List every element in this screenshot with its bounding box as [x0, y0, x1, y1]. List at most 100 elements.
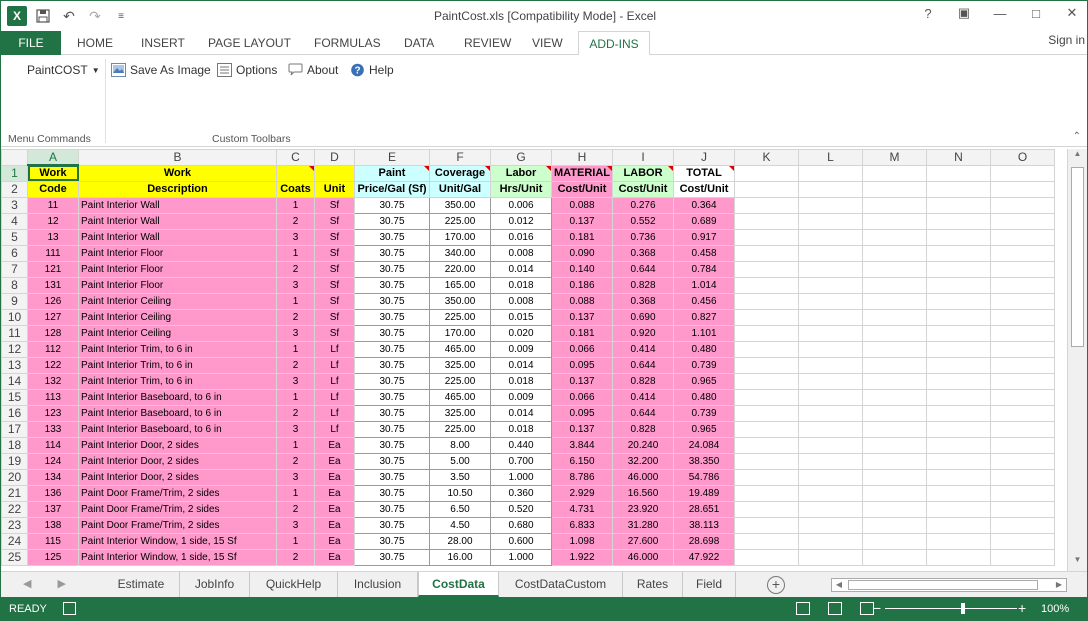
- cell-description[interactable]: Paint Interior Ceiling: [78, 308, 277, 326]
- cell-empty[interactable]: [862, 532, 928, 550]
- cell-empty[interactable]: [926, 516, 992, 534]
- cell-work-code[interactable]: 115: [27, 532, 79, 550]
- cell-empty[interactable]: [990, 212, 1056, 230]
- cell-empty[interactable]: [926, 468, 992, 486]
- cell-coverage[interactable]: 225.00: [429, 372, 491, 390]
- cell-g1-labor[interactable]: Labor: [490, 164, 552, 182]
- cell-empty[interactable]: [734, 436, 800, 454]
- cell-labor-hrs[interactable]: 0.014: [490, 356, 552, 374]
- cell-material-cost[interactable]: 0.140: [550, 260, 614, 278]
- cell-coats[interactable]: 2: [276, 404, 315, 422]
- row-header[interactable]: 7: [1, 260, 28, 278]
- cell-empty[interactable]: [926, 308, 992, 326]
- cell-work-code[interactable]: 133: [27, 420, 79, 438]
- cell-labor-cost[interactable]: 0.368: [612, 292, 675, 310]
- cell-labor-cost[interactable]: 0.736: [612, 228, 675, 246]
- cell-empty[interactable]: [926, 356, 992, 374]
- cell-unit[interactable]: Sf: [314, 212, 355, 230]
- cell-empty[interactable]: [926, 548, 992, 566]
- cell-empty[interactable]: [734, 340, 800, 358]
- cell-paint-price[interactable]: 30.75: [354, 356, 430, 374]
- cell-empty[interactable]: [862, 404, 928, 422]
- cell-e2-price[interactable]: Price/Gal (Sf): [354, 180, 430, 198]
- row-header[interactable]: 5: [1, 228, 28, 246]
- cell-work-code[interactable]: 114: [27, 436, 79, 454]
- cell-empty[interactable]: [990, 276, 1056, 294]
- row-header[interactable]: 13: [1, 356, 28, 374]
- cell-i1-labor[interactable]: LABOR: [612, 164, 675, 182]
- cell-material-cost[interactable]: 0.088: [550, 292, 614, 310]
- cell-unit[interactable]: Ea: [314, 484, 355, 502]
- cell-empty[interactable]: [926, 228, 992, 246]
- cell-coats[interactable]: 3: [276, 324, 315, 342]
- cell-empty[interactable]: [734, 260, 800, 278]
- row-header[interactable]: 9: [1, 292, 28, 310]
- cell-labor-cost[interactable]: 0.920: [612, 324, 675, 342]
- row-header[interactable]: 14: [1, 372, 28, 390]
- cell-d2-unit[interactable]: Unit: [314, 180, 355, 198]
- macro-recording-icon[interactable]: [63, 602, 76, 615]
- cell-coverage[interactable]: 5.00: [429, 452, 491, 470]
- cell-unit[interactable]: Sf: [314, 244, 355, 262]
- collapse-ribbon-icon[interactable]: ⌃: [1073, 131, 1081, 142]
- cell-a2-code[interactable]: Code: [27, 180, 79, 198]
- cell-labor-hrs[interactable]: 0.008: [490, 244, 552, 262]
- cell-labor-hrs[interactable]: 0.006: [490, 196, 552, 214]
- cell-coats[interactable]: 1: [276, 484, 315, 502]
- cell-labor-cost[interactable]: 27.600: [612, 532, 675, 550]
- cell-coats[interactable]: 2: [276, 500, 315, 518]
- cell-empty[interactable]: [926, 180, 992, 198]
- cell-empty[interactable]: [926, 404, 992, 422]
- cell-coats[interactable]: 1: [276, 340, 315, 358]
- cell-total-cost[interactable]: 0.917: [673, 228, 736, 246]
- zoom-slider-knob[interactable]: [961, 603, 965, 614]
- cell-coverage[interactable]: 465.00: [429, 340, 491, 358]
- sheet-tab-estimate[interactable]: Estimate: [103, 572, 180, 597]
- cell-work-code[interactable]: 121: [27, 260, 79, 278]
- cell-coats[interactable]: 3: [276, 228, 315, 246]
- cell-empty[interactable]: [798, 452, 864, 470]
- cell-h1-material[interactable]: MATERIAL: [550, 164, 614, 182]
- row-header[interactable]: 20: [1, 468, 28, 486]
- cell-unit[interactable]: Sf: [314, 308, 355, 326]
- cell-empty[interactable]: [862, 260, 928, 278]
- cell-labor-cost[interactable]: 0.414: [612, 340, 675, 358]
- scroll-down-icon[interactable]: ▼: [1068, 555, 1087, 571]
- cell-empty[interactable]: [734, 276, 800, 294]
- cell-coverage[interactable]: 170.00: [429, 228, 491, 246]
- prev-sheet-icon[interactable]: ◀: [23, 577, 31, 590]
- cell-empty[interactable]: [862, 196, 928, 214]
- cell-empty[interactable]: [798, 548, 864, 566]
- row-header[interactable]: 15: [1, 388, 28, 406]
- cell-empty[interactable]: [862, 500, 928, 518]
- cell-total-cost[interactable]: 24.084: [673, 436, 736, 454]
- cell-total-cost[interactable]: 0.480: [673, 388, 736, 406]
- cell-empty[interactable]: [798, 260, 864, 278]
- cell-description[interactable]: Paint Interior Ceiling: [78, 324, 277, 342]
- cell-material-cost[interactable]: 0.090: [550, 244, 614, 262]
- hscroll-thumb[interactable]: [848, 580, 1038, 590]
- tab-home[interactable]: HOME: [67, 31, 123, 55]
- cell-labor-cost[interactable]: 0.644: [612, 404, 675, 422]
- cell-description[interactable]: Paint Interior Door, 2 sides: [78, 452, 277, 470]
- cell-empty[interactable]: [990, 548, 1056, 566]
- cell-labor-hrs[interactable]: 0.020: [490, 324, 552, 342]
- cell-labor-cost[interactable]: 20.240: [612, 436, 675, 454]
- cell-unit[interactable]: Lf: [314, 404, 355, 422]
- cell-empty[interactable]: [926, 292, 992, 310]
- cell-labor-hrs[interactable]: 0.440: [490, 436, 552, 454]
- cell-coverage[interactable]: 465.00: [429, 388, 491, 406]
- cell-unit[interactable]: Sf: [314, 276, 355, 294]
- cell-paint-price[interactable]: 30.75: [354, 212, 430, 230]
- cell-empty[interactable]: [798, 276, 864, 294]
- cell-total-cost[interactable]: 0.965: [673, 420, 736, 438]
- cell-labor-hrs[interactable]: 1.000: [490, 548, 552, 566]
- cell-work-code[interactable]: 131: [27, 276, 79, 294]
- cell-total-cost[interactable]: 0.689: [673, 212, 736, 230]
- cell-material-cost[interactable]: 0.088: [550, 196, 614, 214]
- cell-empty[interactable]: [926, 340, 992, 358]
- cell-empty[interactable]: [734, 516, 800, 534]
- tab-formulas[interactable]: FORMULAS: [304, 31, 391, 55]
- about-button[interactable]: About: [288, 63, 338, 77]
- tab-page-layout[interactable]: PAGE LAYOUT: [198, 31, 301, 55]
